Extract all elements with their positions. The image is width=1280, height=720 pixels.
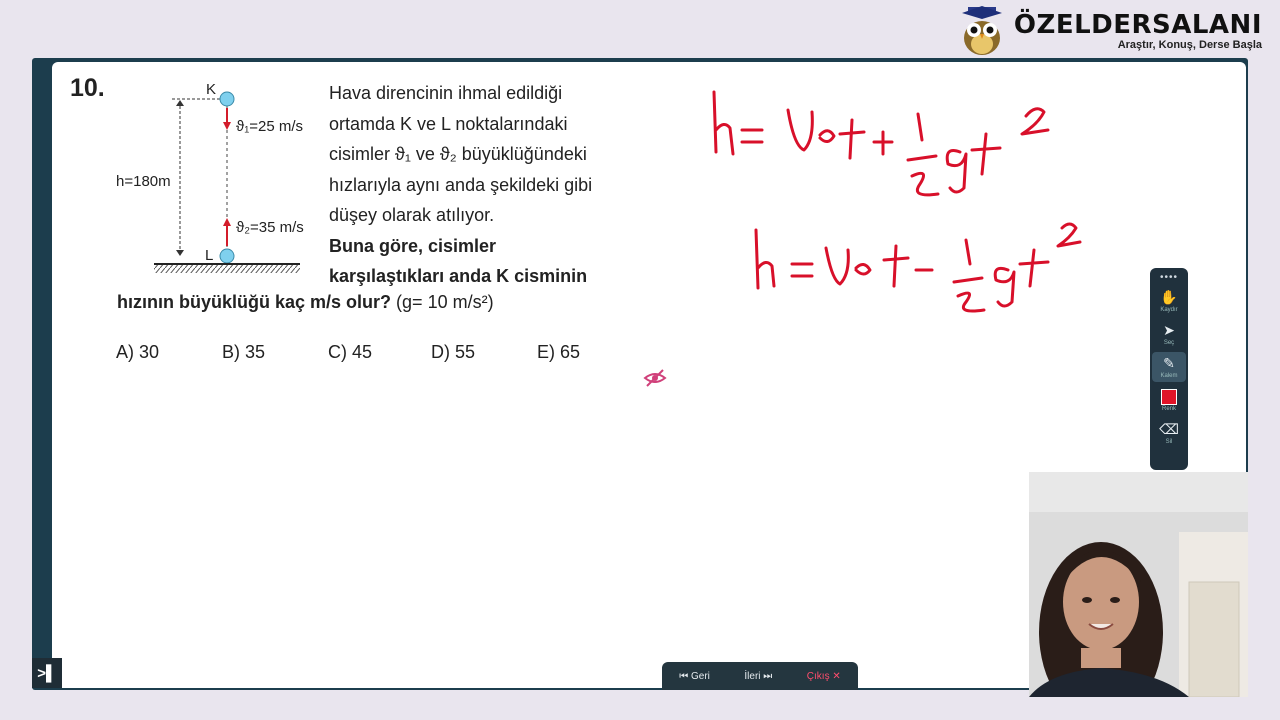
tool-eraser[interactable]: ⌫ Sil	[1152, 418, 1186, 448]
question-last-line: hızının büyüklüğü kaç m/s olur? (g= 10 m…	[117, 292, 494, 313]
question-bold-line: Buna göre, cisimler	[329, 235, 497, 256]
brand-slogan: Araştır, Konuş, Derse Başla	[1117, 39, 1262, 51]
label-height: h=180m	[116, 173, 171, 190]
pen-icon: ✎	[1163, 355, 1175, 371]
brand-name: ÖZELDERSALANI	[1013, 10, 1262, 40]
label-l: L	[205, 247, 213, 264]
arrow-down-icon	[223, 122, 231, 130]
question-number: 10.	[70, 74, 105, 102]
tool-hand[interactable]: ✋ Kaydır	[1152, 286, 1186, 316]
presenter-image	[1029, 472, 1248, 697]
back-button[interactable]: ⏮ Geri	[679, 671, 710, 682]
hide-eye-icon[interactable]	[643, 368, 667, 388]
choice-d[interactable]: D) 55	[431, 342, 475, 363]
owl-logo-icon	[961, 6, 1002, 55]
tool-panel: •••• ✋ Kaydır ➤ Seç ✎ Kalem Renk ⌫ Sil	[1150, 268, 1188, 470]
back-label: Geri	[691, 670, 710, 682]
question-bold-line: karşılaştıkları anda K cisminin	[329, 266, 588, 286]
hand-icon: ✋	[1160, 289, 1178, 305]
label-k: K	[206, 81, 216, 98]
drag-handle-icon[interactable]: ••••	[1160, 272, 1178, 283]
tool-label: Renk	[1161, 405, 1176, 412]
color-icon	[1161, 388, 1177, 405]
label-v1: ϑ₁=25 m/s	[236, 118, 303, 135]
question-line: düşey olarak atılıyor.	[329, 205, 495, 225]
question-text: Hava direncinin ihmal edildiği ortamda K…	[329, 78, 659, 292]
handwritten-formulas	[712, 90, 1082, 313]
tool-color[interactable]: Renk	[1152, 385, 1186, 415]
bottom-navigation: ⏮ Geri İleri ⏭ Çıkış ✕	[662, 662, 858, 690]
next-label: İleri	[744, 670, 761, 682]
next-button[interactable]: İleri ⏭	[744, 671, 772, 682]
formula-1	[712, 90, 1050, 197]
question-given: (g= 10 m/s²)	[396, 292, 494, 312]
tool-label: Kaydır	[1160, 307, 1178, 313]
tool-label: Seç	[1163, 340, 1175, 346]
label-v2: ϑ₂=35 m/s	[236, 219, 304, 236]
question-line: cisimler ϑ₁ ve ϑ₂ büyüklüğündeki	[329, 144, 587, 164]
tool-pen[interactable]: ✎ Kalem	[1152, 352, 1186, 382]
exit-button[interactable]: Çıkış ✕	[807, 671, 841, 682]
ball-k	[219, 91, 235, 107]
question-bold-line: hızının büyüklüğü kaç m/s olur?	[117, 292, 392, 312]
choice-b[interactable]: B) 35	[222, 342, 265, 363]
pointer-icon: ➤	[1163, 322, 1175, 338]
webcam-video	[1029, 472, 1248, 697]
eraser-icon: ⌫	[1159, 421, 1179, 437]
ball-l	[219, 248, 235, 264]
exit-label: Çıkış	[806, 670, 830, 682]
choice-c[interactable]: C) 45	[328, 342, 372, 363]
question-line: hızlarıyla aynı anda şekildeki gibi	[329, 174, 593, 195]
choice-a[interactable]: A) 30	[116, 342, 159, 363]
brand-logo: ÖZELDERSALANI Araştır, Konuş, Derse Başl…	[958, 6, 1262, 56]
tool-label: Sil	[1165, 439, 1173, 445]
panel-toggle-button[interactable]: >▌	[32, 658, 62, 688]
tool-select[interactable]: ➤ Seç	[1152, 319, 1186, 349]
tool-label: Kalem	[1160, 373, 1178, 379]
question-line: ortamda K ve L noktalarındaki	[329, 113, 568, 134]
expand-icon: >▌	[37, 664, 57, 682]
physics-figure: K ϑ₁=25 m/s h=180m ϑ₂=35 m/s L	[116, 81, 304, 273]
formula-2	[754, 222, 1082, 313]
choice-e[interactable]: E) 65	[537, 342, 580, 363]
question-line: Hava direncinin ihmal edildiği	[329, 83, 563, 103]
arrow-up-icon	[223, 218, 231, 226]
